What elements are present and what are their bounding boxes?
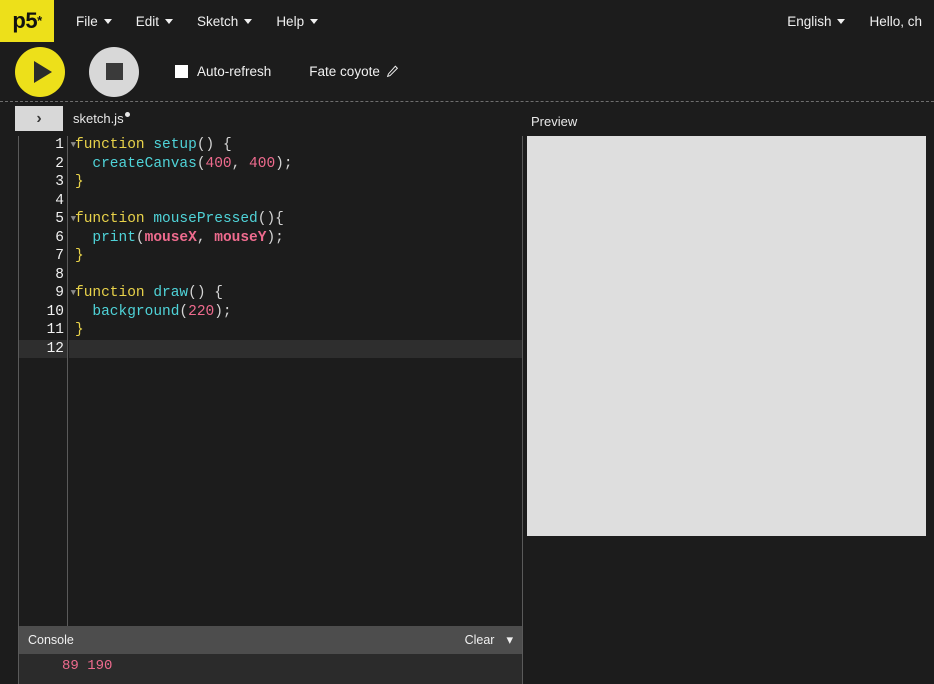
menu-edit-label: Edit	[135, 13, 160, 29]
chevron-down-icon	[310, 18, 319, 24]
menu-edit[interactable]: Edit	[124, 8, 185, 35]
chevron-right-icon: ›	[36, 109, 42, 127]
stop-icon	[105, 63, 123, 80]
pencil-icon[interactable]	[386, 65, 399, 78]
stop-button[interactable]	[89, 46, 139, 97]
line-number: 5 ▼	[55, 211, 76, 227]
chevron-down-icon	[244, 18, 253, 24]
menu-file[interactable]: File	[64, 8, 124, 35]
editor-tab-bar: › sketch.js	[15, 103, 523, 136]
menu-sketch-label: Sketch	[197, 13, 239, 29]
chevron-down-icon	[165, 18, 174, 24]
code-line: }	[75, 174, 84, 190]
line-number: 1 ▼	[55, 137, 76, 153]
code-line: function draw() {	[75, 285, 223, 301]
play-icon	[33, 60, 52, 83]
code-line: print(mouseX, mouseY);	[92, 229, 284, 246]
code-content[interactable]: function setup() { createCanvas(400, 400…	[69, 136, 523, 626]
code-editor[interactable]: 1 ▼ 2 3 4 5 ▼ 6 7 8 9 ▼ 10 11 12 function s…	[18, 136, 523, 626]
auto-refresh-toggle[interactable]: Auto-refresh	[175, 64, 271, 79]
line-number: 9 ▼	[55, 285, 76, 301]
file-tab-sketch-js[interactable]: sketch.js	[73, 111, 130, 126]
top-navigation-bar: p5 * File Edit Sketch Help English Hello,…	[0, 0, 934, 42]
auto-refresh-checkbox[interactable]	[175, 65, 188, 78]
sketch-toolbar: Auto-refresh Fate coyote	[0, 42, 934, 101]
line-number: 6	[55, 229, 64, 246]
language-selector[interactable]: English	[775, 8, 857, 35]
p5-logo-text: p5	[12, 8, 38, 33]
console-clear-button[interactable]: Clear	[465, 633, 495, 647]
menu-sketch[interactable]: Sketch	[185, 8, 264, 35]
run-button[interactable]	[15, 46, 65, 97]
auto-refresh-label: Auto-refresh	[197, 64, 272, 79]
language-label: English	[787, 13, 832, 29]
console-header: Console Clear ▾	[18, 626, 523, 654]
code-line: background(220);	[92, 303, 232, 320]
p5-logo[interactable]: p5 *	[0, 0, 54, 42]
line-number: 3	[55, 174, 64, 190]
sketch-canvas[interactable]	[527, 136, 926, 536]
code-line-active	[69, 339, 523, 358]
user-greeting[interactable]: Hello, ch	[857, 8, 934, 35]
chevron-down-icon	[837, 18, 846, 24]
line-number: 8	[55, 266, 64, 283]
code-line: createCanvas(400, 400);	[92, 155, 293, 172]
menu-help[interactable]: Help	[264, 8, 330, 35]
file-tab-label: sketch.js	[73, 111, 124, 126]
sidebar-toggle-button[interactable]: ›	[15, 106, 63, 131]
editor-right-divider[interactable]	[522, 136, 523, 684]
line-number: 7	[55, 248, 64, 264]
line-number: 4	[55, 192, 64, 209]
preview-label: Preview	[531, 114, 578, 129]
preview-column: Preview	[524, 103, 934, 684]
line-number-active: 12	[18, 339, 67, 358]
menu-help-label: Help	[276, 13, 305, 29]
chevron-down-icon[interactable]: ▾	[506, 632, 513, 648]
console-output-line: 89 190	[62, 658, 113, 674]
main-workspace: › sketch.js 1 ▼ 2 3 4 5 ▼ 6 7 8 9 ▼ 10 11 1…	[0, 103, 934, 684]
console-panel: Console Clear ▾ 89 190	[18, 626, 523, 684]
line-number: 11	[46, 322, 64, 338]
code-line: function setup() {	[75, 137, 232, 153]
code-line: }	[75, 322, 84, 338]
line-number: 2	[55, 155, 64, 172]
console-output: 89 190	[18, 654, 523, 684]
user-greeting-label: Hello, ch	[869, 13, 922, 29]
line-number: 10	[46, 303, 64, 320]
console-title: Console	[28, 633, 74, 647]
code-line: }	[75, 248, 84, 264]
menu-file-label: File	[76, 13, 98, 29]
chevron-down-icon	[103, 18, 112, 24]
sketch-name-field[interactable]: Fate coyote	[309, 64, 399, 79]
line-number-gutter: 1 ▼ 2 3 4 5 ▼ 6 7 8 9 ▼ 10 11 12	[18, 136, 76, 626]
toolbar-divider	[0, 101, 934, 102]
menu-bar: File Edit Sketch Help	[64, 8, 330, 35]
code-line: function mousePressed(){	[75, 211, 284, 227]
editor-column: › sketch.js 1 ▼ 2 3 4 5 ▼ 6 7 8 9 ▼ 10 11 1…	[15, 103, 523, 684]
sketch-name-label: Fate coyote	[309, 64, 380, 79]
unsaved-indicator-icon	[124, 112, 130, 117]
editor-left-divider	[18, 136, 19, 684]
nav-right-group: English Hello, ch	[775, 0, 934, 42]
